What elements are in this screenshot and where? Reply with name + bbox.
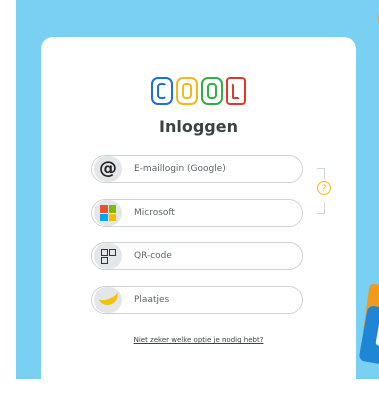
at-icon: @	[94, 156, 122, 182]
microsoft-login-button[interactable]: Microsoft	[91, 199, 303, 227]
help-icon[interactable]: ?	[317, 181, 331, 195]
option-label: Microsoft	[134, 208, 175, 218]
logo-letter-l	[226, 77, 246, 105]
page-title: Inloggen	[159, 117, 238, 136]
option-label: E-maillogin (Google)	[134, 164, 226, 174]
bracket-bottom	[317, 203, 325, 214]
banana-icon	[94, 284, 122, 313]
decorative-tile	[358, 305, 379, 367]
logo-letter-o	[176, 77, 198, 105]
option-label: Plaatjes	[134, 295, 170, 305]
option-label: QR-code	[134, 251, 172, 261]
email-login-button[interactable]: @ E-maillogin (Google)	[91, 155, 303, 183]
qr-code-login-button[interactable]: QR-code	[91, 242, 303, 270]
logo-letter-o	[201, 77, 223, 105]
logo-letter-c	[151, 77, 173, 105]
qr-code-icon	[94, 243, 122, 269]
login-card: Inloggen @ E-maillogin (Google) Microsof…	[41, 37, 356, 397]
microsoft-icon	[94, 200, 122, 226]
cool-logo	[41, 77, 356, 105]
bracket-top	[317, 168, 325, 179]
picture-login-button[interactable]: Plaatjes	[91, 284, 303, 314]
help-link[interactable]: Niet zeker welke optie je nodig hebt?	[41, 336, 356, 344]
